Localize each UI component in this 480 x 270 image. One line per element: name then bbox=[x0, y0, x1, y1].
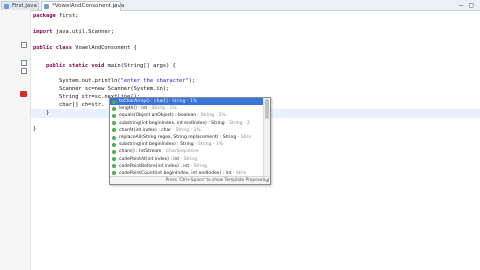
code-line: } bbox=[33, 109, 49, 118]
proposal-signature: chars() : IntStream bbox=[119, 149, 162, 155]
proposal-signature: substring(int beginIndex) : String bbox=[119, 142, 194, 148]
code-text: Scanner sc=new Scanner(System.in); bbox=[33, 86, 170, 92]
proposal-item[interactable]: substring(int beginIndex, int endIndex) … bbox=[110, 120, 264, 127]
proposal-signature: codePointAt(int index) : int bbox=[119, 156, 180, 162]
resize-grip-icon[interactable]: ◢ bbox=[265, 178, 269, 183]
code-text: main(String[] args) { bbox=[104, 63, 176, 69]
proposal-source: - String bbox=[179, 156, 198, 162]
method-icon bbox=[112, 99, 116, 104]
proposal-signature: equals(Object anObject) : boolean bbox=[119, 113, 197, 119]
proposal-source: - String - 2% bbox=[196, 113, 226, 119]
proposal-signature: length() : int bbox=[119, 106, 148, 112]
scrollbar-thumb[interactable] bbox=[265, 99, 269, 119]
editor-gutter: - - - bbox=[0, 10, 31, 270]
tab-label: First.java bbox=[12, 3, 37, 9]
method-icon bbox=[112, 164, 116, 169]
code-line: } bbox=[33, 125, 36, 134]
keyword: public class bbox=[33, 45, 72, 51]
proposal-source: - String - 2 bbox=[224, 120, 250, 126]
proposal-source: - String - 1% bbox=[193, 142, 224, 148]
proposal-list[interactable]: toCharArray() : char[] - String - 1% len… bbox=[110, 98, 264, 177]
proposal-item[interactable]: codePointBefore(int index) : int - Strin… bbox=[110, 163, 264, 170]
method-icon bbox=[112, 149, 116, 154]
maximize-icon[interactable]: □ bbox=[469, 1, 473, 9]
proposal-item[interactable]: chars() : IntStream - CharSequence bbox=[110, 148, 264, 155]
method-icon bbox=[112, 135, 116, 140]
fold-collapse-icon[interactable]: - bbox=[21, 60, 27, 66]
proposal-item[interactable]: toCharArray() : char[] - String - 1% bbox=[110, 98, 264, 106]
code-text: System.out.println( bbox=[33, 78, 121, 84]
method-icon bbox=[112, 106, 116, 111]
code-text: } bbox=[33, 110, 50, 116]
minimize-icon[interactable]: – bbox=[459, 1, 463, 9]
code-line: package first; bbox=[33, 12, 78, 21]
proposal-signature: replaceAll(String regex, String replacem… bbox=[119, 134, 237, 140]
code-line: public static void main(String[] args) { bbox=[33, 62, 176, 71]
code-text: java.util.Scanner; bbox=[52, 29, 115, 35]
java-file-icon bbox=[44, 4, 49, 9]
keyword: public static void bbox=[33, 63, 105, 69]
proposal-item[interactable]: replaceAll(String regex, String replacem… bbox=[110, 134, 264, 141]
proposal-signature: toCharArray() : char[] bbox=[119, 99, 168, 104]
proposal-signature: codePointBefore(int index) : int bbox=[119, 163, 190, 169]
content-assist-popup[interactable]: toCharArray() : char[] - String - 1% len… bbox=[109, 97, 271, 185]
proposal-source: - Strin bbox=[236, 134, 252, 140]
proposal-item[interactable]: substring(int beginIndex) : String - Str… bbox=[110, 141, 264, 148]
code-line: public class VowelAndConsonent { bbox=[33, 44, 137, 53]
proposal-item[interactable]: codePointAt(int index) : int - String bbox=[110, 156, 264, 163]
proposal-source: - CharSequence bbox=[161, 149, 199, 155]
proposal-source: - String - 1% bbox=[147, 106, 177, 112]
proposal-source: - String bbox=[189, 163, 208, 169]
code-text: char[] ch=str. bbox=[33, 102, 105, 108]
fold-collapse-icon[interactable]: - bbox=[21, 42, 27, 48]
code-text: VowelAndConsonent { bbox=[71, 45, 137, 51]
tab-first-java[interactable]: First.java bbox=[1, 1, 39, 10]
string-literal: "enter the character" bbox=[120, 78, 189, 84]
code-text: ); bbox=[188, 78, 196, 84]
method-icon bbox=[112, 142, 116, 147]
fold-collapse-icon[interactable]: - bbox=[21, 68, 27, 74]
keyword: package bbox=[33, 13, 56, 19]
code-text: first; bbox=[55, 13, 79, 19]
error-marker-icon[interactable] bbox=[20, 91, 27, 97]
proposal-item[interactable]: equals(Object anObject) : boolean - Stri… bbox=[110, 112, 264, 119]
proposal-signature: substring(int beginIndex, int endIndex) … bbox=[119, 120, 225, 126]
popup-status-text: Press 'Ctrl+Space' to show Template Prop… bbox=[110, 176, 270, 184]
proposal-source: - String - 1% bbox=[171, 127, 201, 133]
proposal-signature: charAt(int index) : char bbox=[119, 127, 172, 133]
code-line: import java.util.Scanner; bbox=[33, 28, 114, 37]
java-file-icon bbox=[4, 4, 9, 9]
method-icon bbox=[112, 157, 116, 162]
method-icon bbox=[112, 171, 116, 176]
code-text: } bbox=[33, 126, 37, 132]
proposal-item[interactable]: length() : int - String - 1% bbox=[110, 105, 264, 112]
method-icon bbox=[112, 113, 116, 118]
proposal-scrollbar[interactable] bbox=[263, 98, 270, 177]
keyword: import bbox=[33, 29, 53, 35]
proposal-source: - String - 1% bbox=[167, 99, 198, 104]
proposal-item[interactable]: charAt(int index) : char - String - 1% bbox=[110, 127, 264, 134]
method-icon bbox=[112, 121, 116, 126]
method-icon bbox=[112, 128, 116, 133]
